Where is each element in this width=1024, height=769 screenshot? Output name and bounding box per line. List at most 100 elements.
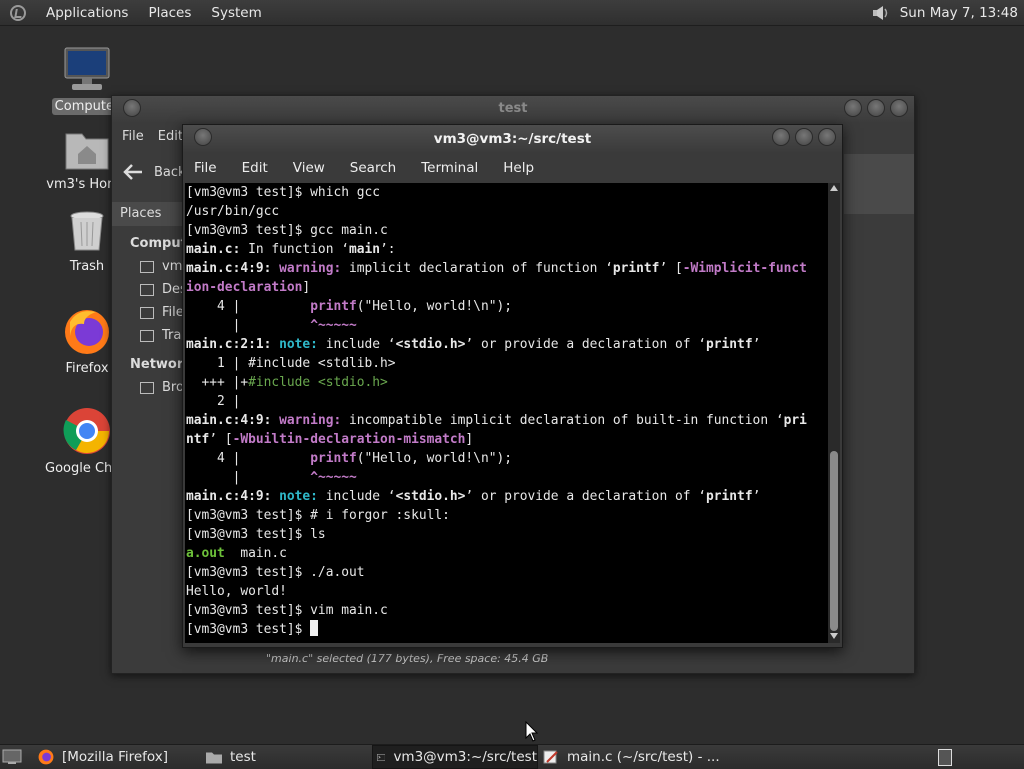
terminal-output[interactable]: [vm3@vm3 test]$ which gcc/usr/bin/gcc [vm… — [185, 183, 828, 643]
terminal-text: ’ [ — [659, 261, 683, 276]
desktop-icon-label: Trash — [69, 259, 105, 274]
terminal-line: +++ |+#include <stdio.h> — [186, 373, 828, 392]
terminal-text: [vm3@vm3 test]$ ./a.out — [186, 565, 365, 580]
terminal-text: main.c — [224, 546, 287, 561]
terminal-line: 2 | — [186, 392, 828, 411]
terminal-text: incompatible implicit declaration of bui… — [341, 413, 784, 428]
terminal-text: warning: — [279, 261, 342, 276]
terminal-text: -Wbuiltin-declaration-mismatch — [232, 432, 466, 447]
taskbar-item-label: test — [230, 749, 256, 765]
terminal-text: ’ or provide a declaration of ‘ — [465, 337, 707, 352]
window-menu-button[interactable] — [123, 99, 141, 117]
terminal-text: ’ or provide a declaration of ‘ — [465, 489, 707, 504]
menu-view[interactable]: View — [293, 160, 325, 176]
show-desktop-button[interactable] — [2, 745, 26, 769]
taskbar-item-firefox[interactable]: [Mozilla Firefox] — [38, 745, 198, 769]
terminal-line: [vm3@vm3 test]$ gcc main.c — [186, 221, 828, 240]
toolbar-strip — [844, 154, 914, 214]
terminal-titlebar[interactable]: vm3@vm3:~/src/test — [183, 125, 842, 153]
scroll-down-icon[interactable] — [830, 633, 838, 639]
scroll-up-icon[interactable] — [830, 185, 838, 191]
menu-file[interactable]: File — [194, 160, 217, 176]
menu-edit[interactable]: Edit — [158, 129, 183, 144]
chrome-icon — [63, 408, 110, 454]
workspace-switcher[interactable] — [938, 745, 958, 769]
top-panel: Applications Places System Sun May 7, 13… — [0, 0, 1024, 26]
terminal-text: [vm3@vm3 test]$ ls — [186, 527, 326, 542]
text-cursor — [310, 620, 319, 636]
menu-help[interactable]: Help — [503, 160, 534, 176]
terminal-text: printf — [706, 489, 753, 504]
desktop-icon — [140, 283, 154, 296]
close-button[interactable] — [890, 99, 908, 117]
terminal-text: ’ [ — [209, 432, 233, 447]
terminal-text: ’: — [380, 242, 396, 257]
taskbar-item-test[interactable]: test — [206, 745, 366, 769]
terminal-text: note: — [279, 337, 318, 352]
applications-logo-icon[interactable] — [10, 4, 26, 21]
network-icon — [140, 381, 154, 394]
terminal-text: <stdio.h> — [395, 337, 466, 352]
menu-system[interactable]: System — [211, 5, 261, 21]
terminal-line: [vm3@vm3 test]$ # i forgor :skull: — [186, 506, 828, 525]
terminal-text: include ‘ — [317, 337, 396, 352]
terminal-scrollbar[interactable] — [828, 183, 840, 643]
menu-terminal[interactable]: Terminal — [421, 160, 478, 176]
terminal-line: main.c: In function ‘main’: — [186, 240, 828, 259]
trash-icon — [140, 329, 154, 342]
terminal-line: /usr/bin/gcc — [186, 202, 828, 221]
menu-applications[interactable]: Applications — [46, 5, 128, 21]
scrollbar-thumb[interactable] — [830, 451, 838, 631]
terminal-text: | — [186, 470, 311, 485]
speaker-icon[interactable] — [872, 5, 890, 21]
terminal-line: main.c:4:9: note: include ‘<stdio.h>’ or… — [186, 487, 828, 506]
terminal-text: main.c:4:9: — [186, 489, 272, 504]
close-button[interactable] — [818, 128, 836, 146]
terminal-text: ntf — [186, 432, 210, 447]
terminal-line: main.c:2:1: note: include ‘<stdio.h>’ or… — [186, 335, 828, 354]
terminal-text: implicit declaration of function ‘ — [341, 261, 613, 276]
terminal-text: #include <stdio.h> — [248, 375, 388, 390]
terminal-text: main.c: — [186, 242, 241, 257]
terminal-text: ] — [465, 432, 474, 447]
minimize-button[interactable] — [844, 99, 862, 117]
back-label: Back — [154, 164, 186, 180]
taskbar-item-editor[interactable]: main.c (~/src/test) - ... — [543, 745, 743, 769]
folder-icon — [206, 752, 222, 763]
terminal-text: printf — [612, 261, 660, 276]
terminal-text: main.c:4:9: — [186, 261, 272, 276]
trash-icon — [70, 211, 104, 251]
terminal-line: main.c:4:9: warning: incompatible implic… — [186, 411, 828, 430]
terminal-line: [vm3@vm3 test]$ — [186, 620, 828, 639]
minimize-button[interactable] — [772, 128, 790, 146]
terminal-line: [vm3@vm3 test]$ ls — [186, 525, 828, 544]
home-folder-icon — [65, 133, 109, 170]
terminal-text: <stdio.h> — [395, 489, 466, 504]
terminal-text: printf — [706, 337, 753, 352]
maximize-button[interactable] — [795, 128, 813, 146]
terminal-text: warning: — [279, 413, 342, 428]
menu-search[interactable]: Search — [350, 160, 396, 176]
terminal-text: [vm3@vm3 test]$ gcc main.c — [186, 223, 388, 238]
menu-places[interactable]: Places — [148, 5, 191, 21]
terminal-text: | — [186, 318, 311, 333]
mouse-pointer-icon — [525, 721, 539, 742]
text-editor-icon — [543, 750, 558, 764]
taskbar-item-terminal[interactable]: vm3@vm3:~/src/test — [372, 745, 538, 769]
file-manager-titlebar[interactable]: test — [112, 96, 914, 122]
maximize-button[interactable] — [867, 99, 885, 117]
clock[interactable]: Sun May 7, 13:48 — [900, 5, 1018, 21]
window-menu-button[interactable] — [194, 128, 212, 146]
back-button[interactable]: Back — [122, 163, 186, 181]
terminal-text: -Wimplicit-funct — [682, 261, 807, 276]
terminal-line: a.out main.c — [186, 544, 828, 563]
menu-edit[interactable]: Edit — [242, 160, 268, 176]
menu-file[interactable]: File — [122, 129, 144, 144]
terminal-line: ion-declaration] — [186, 278, 828, 297]
terminal-text: /usr/bin/gcc — [186, 204, 280, 219]
terminal-text: ’ — [752, 489, 761, 504]
terminal-text: 2 | — [186, 394, 241, 409]
